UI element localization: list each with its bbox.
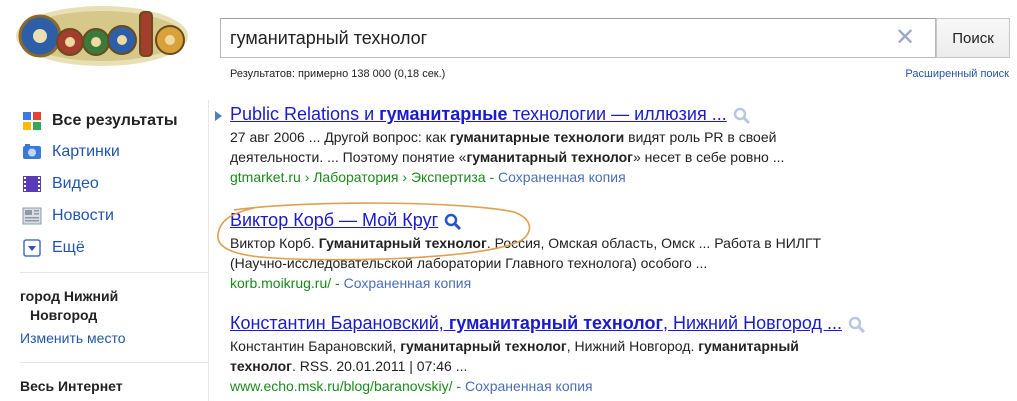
cached-copy-link[interactable]: Сохраненная копия xyxy=(465,378,593,394)
search-result: Виктор Корб — Мой Круг Виктор Корб. Гума… xyxy=(230,210,1010,293)
all-results-icon xyxy=(22,111,42,131)
result-snippet: 27 авг 2006 ... Другой вопрос: как гуман… xyxy=(230,129,785,165)
nav-label: Картинки xyxy=(52,143,120,160)
nav-divider xyxy=(20,362,208,363)
result-title-link[interactable]: Виктор Корб — Мой Круг xyxy=(230,210,438,230)
result-snippet: Константин Барановский, гуманитарный тех… xyxy=(230,338,799,374)
nav-label: Все результаты xyxy=(52,112,178,129)
video-icon xyxy=(22,174,42,194)
result-title-link[interactable]: Константин Барановский, гуманитарный тех… xyxy=(230,313,842,333)
search-button[interactable]: Поиск xyxy=(936,18,1010,58)
nav-all-results[interactable]: Все результаты xyxy=(22,108,178,134)
result-url: korb.moikrug.ru/ - Сохраненная копия xyxy=(230,275,472,291)
images-icon xyxy=(22,142,42,162)
location-line-1: город Нижний xyxy=(20,288,119,304)
result-title-link[interactable]: Public Relations и гуманитарные технолог… xyxy=(230,104,727,124)
preview-magnifier-icon[interactable] xyxy=(444,213,462,231)
result-url: www.echo.msk.ru/blog/baranovskiy/ - Сохр… xyxy=(230,378,593,394)
nav-label: Видео xyxy=(52,175,99,192)
search-result: Константин Барановский, гуманитарный тех… xyxy=(230,313,1010,396)
cached-copy-link[interactable]: Сохраненная копия xyxy=(344,275,472,291)
advanced-search-link[interactable]: Расширенный поиск xyxy=(905,68,1009,80)
nav-video[interactable]: Видео xyxy=(22,171,99,197)
change-location-link[interactable]: Изменить место xyxy=(20,330,126,346)
result-snippet: Виктор Корб. Гуманитарный технолог. Росс… xyxy=(230,235,822,271)
search-result: Public Relations и гуманитарные технолог… xyxy=(230,104,1010,187)
results-stats: Результатов: примерно 138 000 (0,18 сек.… xyxy=(230,68,446,80)
cached-copy-link[interactable]: Сохраненная копия xyxy=(498,169,626,185)
preview-magnifier-icon[interactable] xyxy=(733,107,751,125)
more-icon xyxy=(22,238,42,258)
result-url: gtmarket.ru › Лаборатория › Экспертиза -… xyxy=(230,169,626,185)
nav-more[interactable]: Ещё xyxy=(22,235,85,261)
nav-label: Новости xyxy=(52,207,114,224)
result-pointer-arrow-icon xyxy=(215,111,222,121)
news-icon xyxy=(22,206,42,226)
location-line-2: Новгород xyxy=(30,307,98,323)
column-separator xyxy=(208,100,209,401)
google-doodle-logo[interactable] xyxy=(14,2,190,68)
nav-label: Ещё xyxy=(52,239,85,256)
nav-images[interactable]: Картинки xyxy=(22,139,120,165)
nav-news[interactable]: Новости xyxy=(22,203,114,229)
nav-divider xyxy=(20,272,208,273)
preview-magnifier-icon[interactable] xyxy=(848,316,866,334)
clear-icon[interactable]: ✕ xyxy=(895,26,915,50)
web-scope-label: Весь Интернет xyxy=(20,378,123,394)
location-label: город Нижний Новгород xyxy=(20,287,118,325)
search-box: ✕ xyxy=(220,18,936,58)
search-input[interactable] xyxy=(230,19,890,57)
